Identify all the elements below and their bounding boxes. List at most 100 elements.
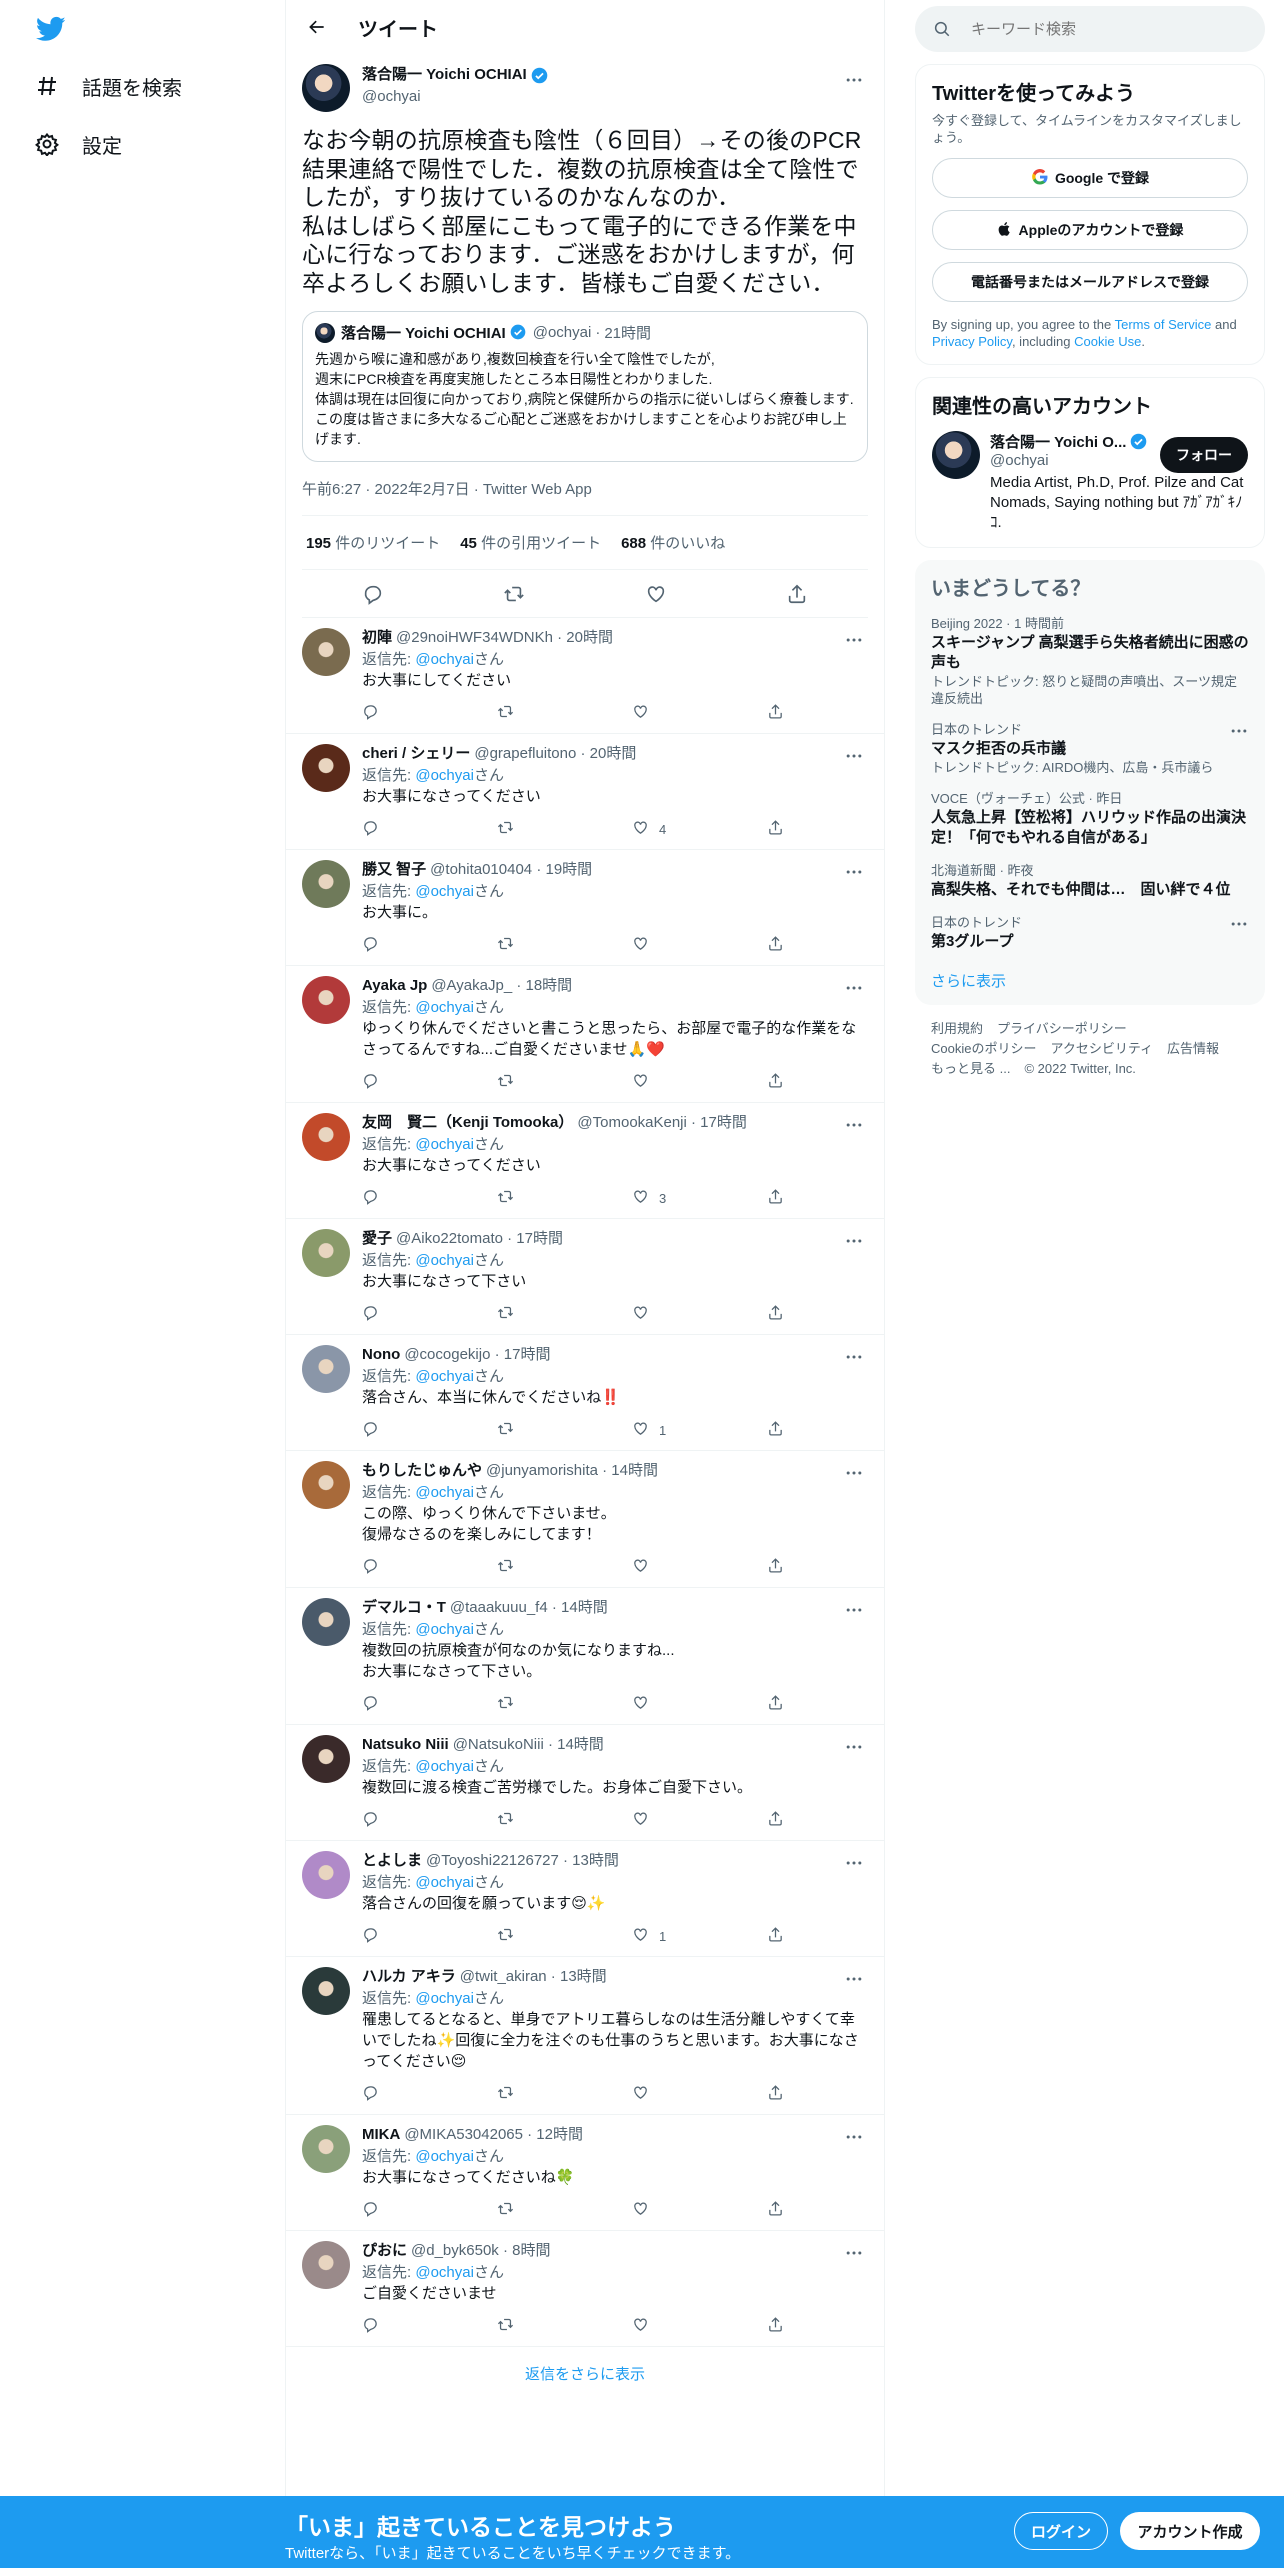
avatar[interactable] — [302, 2125, 350, 2173]
more-options-icon[interactable] — [842, 1345, 866, 1369]
privacy-policy-link[interactable]: Privacy Policy — [932, 334, 1012, 349]
like-icon[interactable] — [638, 576, 674, 612]
avatar[interactable] — [302, 64, 350, 112]
like-button[interactable]: 4 — [632, 819, 722, 839]
like-button[interactable]: 1 — [632, 1926, 722, 1946]
share-button[interactable] — [767, 1810, 787, 1830]
phone-email-signup-button[interactable]: 電話番号またはメールアドレスで登録 — [932, 262, 1248, 302]
like-button[interactable] — [632, 1072, 722, 1092]
reply-to-handle-link[interactable]: @ochyai — [415, 1990, 474, 2007]
trend-item[interactable]: 日本のトレンド マスク拒否の兵市議 トレンドトピック: AIRDO機内、広島・兵市議… — [931, 721, 1249, 776]
more-options-icon[interactable] — [842, 2125, 866, 2149]
author-handle[interactable]: @ochyai — [362, 86, 548, 108]
avatar[interactable] — [302, 628, 350, 676]
reply-button[interactable] — [362, 1304, 452, 1324]
author-name[interactable]: 落合陽一 Yoichi OCHIAI — [362, 64, 548, 86]
retweet-button[interactable] — [497, 935, 587, 955]
footer-link[interactable]: プライバシーポリシー — [997, 1021, 1127, 1036]
reply-tweet[interactable]: Natsuko Niii @NatsukoNiii · 14時間 返信先: @och… — [286, 1725, 884, 1841]
reply-tweet[interactable]: ハルカ アキラ @twit_akiran · 13時間 返信先: @ochyaiさん… — [286, 1957, 884, 2115]
reply-button[interactable] — [362, 935, 452, 955]
footer-link[interactable]: © 2022 Twitter, Inc. — [1024, 1061, 1135, 1076]
reply-author-name[interactable]: とよしま — [362, 1851, 422, 1871]
reply-author-name[interactable]: デマルコ・T — [362, 1598, 446, 1618]
reply-tweet[interactable]: MIKA @MIKA53042065 · 12時間 返信先: @ochyaiさん お大… — [286, 2115, 884, 2231]
reply-button[interactable] — [362, 1420, 452, 1440]
reply-button[interactable] — [362, 1557, 452, 1577]
reply-tweet[interactable]: Nono @cocogekijo · 17時間 返信先: @ochyaiさん 落合さん… — [286, 1335, 884, 1451]
like-button[interactable] — [632, 935, 722, 955]
reply-tweet[interactable]: 愛子 @Aiko22tomato · 17時間 返信先: @ochyaiさん お大事に… — [286, 1219, 884, 1335]
footer-link[interactable]: アクセシビリティ — [1050, 1041, 1153, 1056]
reply-button[interactable] — [362, 1694, 452, 1714]
reply-tweet[interactable]: 勝又 智子 @tohita010404 · 19時間 返信先: @ochyaiさんお… — [286, 850, 884, 966]
retweet-button[interactable] — [497, 1304, 587, 1324]
footer-link[interactable]: Cookieのポリシー — [931, 1041, 1036, 1056]
reply-tweet[interactable]: cheri / シェリー @grapefluitono · 20時間 返信先: @o… — [286, 734, 884, 850]
reply-author-name[interactable]: Natsuko Niii — [362, 1735, 449, 1755]
like-count[interactable]: 688 件のいいね — [621, 532, 725, 553]
nav-settings[interactable]: 設定 — [34, 124, 122, 164]
trend-item[interactable]: 日本のトレンド 第3グループ — [931, 914, 1249, 952]
reply-button[interactable] — [362, 1072, 452, 1092]
terms-of-service-link[interactable]: Terms of Service — [1115, 317, 1212, 332]
retweet-button[interactable] — [497, 1420, 587, 1440]
share-button[interactable] — [767, 1557, 787, 1577]
share-button[interactable] — [767, 2200, 787, 2220]
avatar[interactable] — [932, 431, 980, 479]
more-options-icon[interactable] — [842, 628, 866, 652]
retweet-button[interactable] — [497, 2200, 587, 2220]
search-box[interactable] — [915, 6, 1265, 52]
share-button[interactable] — [767, 1188, 787, 1208]
nav-explore[interactable]: 話題を検索 — [34, 66, 182, 106]
reply-button[interactable] — [362, 2316, 452, 2336]
like-button[interactable] — [632, 1557, 722, 1577]
reply-to-handle-link[interactable]: @ochyai — [415, 1758, 474, 1775]
share-icon[interactable] — [779, 576, 815, 612]
reply-tweet[interactable]: とよしま @Toyoshi22126727 · 13時間 返信先: @ochyaiさ… — [286, 1841, 884, 1957]
avatar[interactable] — [302, 1851, 350, 1899]
trend-item[interactable]: Beijing 2022 · 1 時間前 スキージャンプ 高梨選手ら失格者続出に困… — [931, 615, 1249, 707]
share-button[interactable] — [767, 2316, 787, 2336]
avatar[interactable] — [302, 1345, 350, 1393]
reply-to-handle-link[interactable]: @ochyai — [415, 883, 474, 900]
share-button[interactable] — [767, 1304, 787, 1324]
show-more-replies-link[interactable]: 返信をさらに表示 — [286, 2347, 884, 2400]
footer-link[interactable]: もっと見る ... — [931, 1061, 1010, 1076]
like-button[interactable] — [632, 703, 722, 723]
reply-tweet[interactable]: 初陣 @29noiHWF34WDNKh · 20時間 返信先: @ochyaiさんお… — [286, 618, 884, 734]
avatar[interactable] — [302, 860, 350, 908]
like-button[interactable] — [632, 1810, 722, 1830]
reply-button[interactable] — [362, 703, 452, 723]
reply-author-name[interactable]: もりしたじゅんや — [362, 1461, 482, 1481]
avatar[interactable] — [302, 1598, 350, 1646]
reply-to-handle-link[interactable]: @ochyai — [415, 1621, 474, 1638]
apple-signup-button[interactable]: Appleのアカウントで登録 — [932, 210, 1248, 250]
reply-to-handle-link[interactable]: @ochyai — [415, 2148, 474, 2165]
cookie-use-link[interactable]: Cookie Use — [1074, 334, 1141, 349]
share-button[interactable] — [767, 819, 787, 839]
share-button[interactable] — [767, 1926, 787, 1946]
share-button[interactable] — [767, 1420, 787, 1440]
more-options-icon[interactable] — [842, 1598, 866, 1622]
reply-icon[interactable] — [355, 576, 391, 612]
share-button[interactable] — [767, 935, 787, 955]
retweet-button[interactable] — [497, 2084, 587, 2104]
back-arrow-icon[interactable] — [302, 12, 332, 42]
more-options-icon[interactable] — [1229, 721, 1249, 746]
like-button[interactable] — [632, 2200, 722, 2220]
share-button[interactable] — [767, 703, 787, 723]
reply-button[interactable] — [362, 2084, 452, 2104]
like-button[interactable] — [632, 2316, 722, 2336]
more-options-icon[interactable] — [842, 1229, 866, 1253]
google-signup-button[interactable]: Google で登録 — [932, 158, 1248, 198]
more-options-icon[interactable] — [842, 1461, 866, 1485]
more-options-icon[interactable] — [1229, 914, 1249, 939]
retweet-icon[interactable] — [496, 576, 532, 612]
reply-author-name[interactable]: 勝又 智子 — [362, 860, 426, 880]
twitter-logo-icon[interactable] — [34, 14, 68, 44]
retweet-button[interactable] — [497, 703, 587, 723]
reply-button[interactable] — [362, 819, 452, 839]
reply-to-handle-link[interactable]: @ochyai — [415, 767, 474, 784]
reply-tweet[interactable]: デマルコ・T @taaakuuu_f4 · 14時間 返信先: @ochyaiさん複… — [286, 1588, 884, 1725]
